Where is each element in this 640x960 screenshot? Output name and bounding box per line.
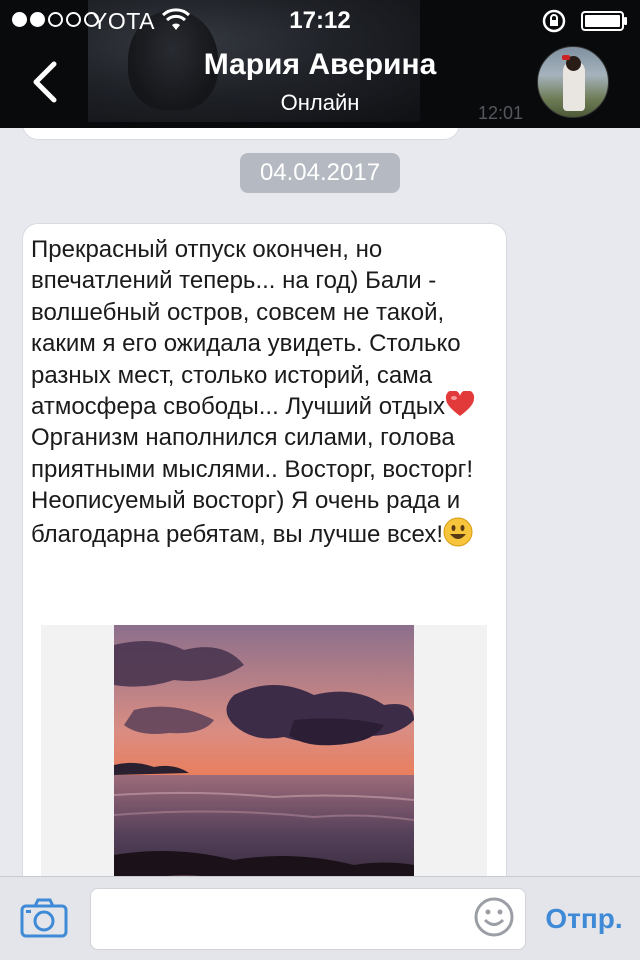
battery-icon	[581, 11, 627, 31]
orientation-lock-icon	[542, 9, 566, 33]
chat-header: YOTA 17:12 Мария Аверина Онлайн 12:01	[0, 0, 640, 128]
smiley-icon	[443, 517, 473, 547]
smiley-outline-icon[interactable]	[473, 896, 515, 938]
heart-icon	[445, 391, 475, 417]
camera-icon[interactable]	[20, 897, 68, 939]
message-text-part1: Прекрасный отпуск окончен, но впечатлени…	[31, 236, 461, 421]
message-input[interactable]	[90, 888, 526, 950]
avatar[interactable]	[537, 46, 609, 118]
status-bar: YOTA 17:12	[0, 0, 640, 40]
message-bubble[interactable]: Прекрасный отпуск окончен, но впечатлени…	[22, 223, 507, 925]
message-text-part2: Организм наполнился силами, голова прият…	[31, 424, 474, 548]
date-separator: 04.04.2017	[240, 153, 400, 193]
input-bar: Отпр.	[0, 876, 640, 960]
send-button[interactable]: Отпр.	[534, 897, 634, 941]
message-text: Прекрасный отпуск окончен, но впечатлени…	[31, 234, 503, 550]
